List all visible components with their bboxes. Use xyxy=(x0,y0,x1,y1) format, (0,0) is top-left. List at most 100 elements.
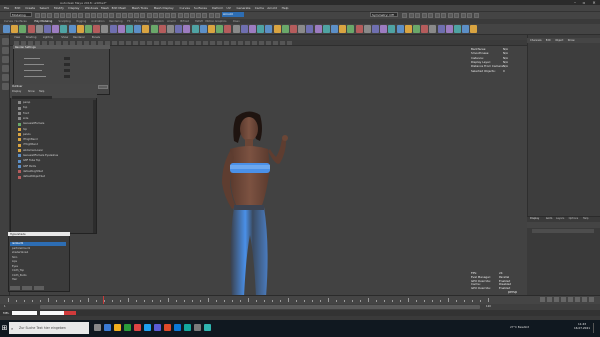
shelf-tool-icon[interactable] xyxy=(93,25,101,33)
shelf-tool-icon[interactable] xyxy=(11,25,19,33)
taskbar-app-icon[interactable] xyxy=(164,324,171,331)
shelf-tab[interactable]: Sculpting xyxy=(59,20,71,23)
outliner-item[interactable]: defaultObjectSet xyxy=(23,175,45,178)
viewport-toolbar-icon[interactable] xyxy=(28,41,33,45)
channel-box-tab[interactable]: Channels xyxy=(530,39,542,42)
viewport-toolbar-icon[interactable] xyxy=(21,41,26,45)
shelf-tab[interactable]: Custom xyxy=(154,20,164,23)
viewport-toolbar-icon[interactable] xyxy=(105,41,110,45)
shelf-tab[interactable]: XGen xyxy=(233,20,240,23)
time-slider[interactable] xyxy=(0,295,600,304)
layer-row[interactable] xyxy=(532,229,594,233)
shelf-tool-icon[interactable] xyxy=(60,25,68,33)
taskbar-app-icon[interactable] xyxy=(184,324,191,331)
shelf-tab[interactable]: Arnold xyxy=(167,20,175,23)
viewport-toolbar-icon[interactable] xyxy=(203,41,208,45)
menu-item[interactable]: Windows xyxy=(85,6,98,10)
viewport-toolbar-icon[interactable] xyxy=(91,41,96,45)
taskbar-app-icon[interactable] xyxy=(204,324,211,331)
viewport-toolbar-icon[interactable] xyxy=(63,41,68,45)
outliner-item[interactable]: persp xyxy=(23,101,30,104)
shelf-tool-icon[interactable] xyxy=(257,25,265,33)
viewport-toolbar-icon[interactable] xyxy=(217,41,222,45)
shelf-tool-icon[interactable] xyxy=(199,25,207,33)
status-line-tool-icon[interactable] xyxy=(134,12,140,18)
shelf-tool-icon[interactable] xyxy=(134,25,142,33)
taskbar-app-icon[interactable] xyxy=(124,324,131,331)
playhead[interactable] xyxy=(103,296,104,304)
hypershade-assign-button[interactable] xyxy=(22,286,32,290)
shelf-tool-icon[interactable] xyxy=(331,25,338,33)
shelf-tool-icon[interactable] xyxy=(281,25,289,33)
viewport-toolbar-icon[interactable] xyxy=(35,41,40,45)
outliner-item[interactable]: hip xyxy=(23,128,27,131)
shelf-tool-icon[interactable] xyxy=(437,25,445,33)
shelf-tool-icon[interactable] xyxy=(413,25,420,33)
playback-button-icon[interactable] xyxy=(568,297,573,302)
symmetry-dropdown[interactable]: Symmetry: Off xyxy=(370,12,398,17)
menu-item[interactable]: Curves xyxy=(180,6,190,10)
status-line-tool-icon[interactable] xyxy=(41,12,47,18)
layer-editor-menu-item[interactable]: Options xyxy=(569,217,579,220)
layer-editor-tab[interactable]: Display xyxy=(530,217,539,220)
taskbar-app-icon[interactable] xyxy=(144,324,151,331)
status-line-tool-icon[interactable] xyxy=(90,12,96,18)
shelf-tab[interactable]: MASH xyxy=(195,20,203,23)
menu-item[interactable]: UV xyxy=(227,6,231,10)
hypershade-create-button[interactable] xyxy=(10,286,20,290)
script-editor-error-indicator[interactable] xyxy=(64,311,76,315)
status-line-tool-icon[interactable] xyxy=(121,12,127,18)
viewport-toolbar-icon[interactable] xyxy=(161,41,166,45)
viewport-toolbar-icon[interactable] xyxy=(252,41,257,45)
shelf-tab[interactable]: Bifrost xyxy=(180,20,188,23)
status-line-tool-icon[interactable] xyxy=(59,12,65,18)
shelf-tool-icon[interactable] xyxy=(421,25,429,33)
viewport-toolbar-icon[interactable] xyxy=(56,41,61,45)
taskbar-app-icon[interactable] xyxy=(194,324,201,331)
hypershade-item[interactable]: Skin xyxy=(12,256,17,259)
menu-item[interactable]: Edit Mesh xyxy=(112,6,127,10)
hypershade-item[interactable]: Lips xyxy=(12,260,17,263)
outliner-item[interactable]: lThighBend xyxy=(23,138,38,141)
shelf-tool-icon[interactable] xyxy=(191,25,199,33)
viewport-menu-item[interactable]: Show xyxy=(61,36,68,39)
outliner-item[interactable]: G8F Pants xyxy=(23,165,36,168)
playback-button-icon[interactable] xyxy=(561,297,566,302)
status-line-tool-icon[interactable] xyxy=(97,12,102,18)
status-line-tool-icon[interactable] xyxy=(140,12,146,18)
viewport-toolbar-icon[interactable] xyxy=(77,41,82,45)
shelf-tool-icon[interactable] xyxy=(150,25,158,33)
outliner-item[interactable]: G8F Tube Top xyxy=(23,159,40,162)
shelf-tool-icon[interactable] xyxy=(85,25,92,33)
outliner-menu-item[interactable]: Help xyxy=(39,90,45,93)
viewport-toolbar-icon[interactable] xyxy=(210,41,215,45)
playback-button-icon[interactable] xyxy=(589,297,594,302)
playback-button-icon[interactable] xyxy=(582,297,587,302)
status-line-tool-icon[interactable] xyxy=(47,12,53,18)
shelf-tool-icon[interactable] xyxy=(445,25,453,33)
viewport-toolbar-icon[interactable] xyxy=(196,41,201,45)
paint-select-tool-icon[interactable] xyxy=(1,56,9,63)
shelf-tool-icon[interactable] xyxy=(372,25,379,33)
shelf-tool-icon[interactable] xyxy=(167,25,174,33)
shelf-tool-icon[interactable] xyxy=(224,25,232,33)
viewport-toolbar-icon[interactable] xyxy=(119,41,124,45)
menu-item[interactable]: Display xyxy=(68,6,79,10)
outliner-item[interactable]: rThighBend xyxy=(23,143,38,146)
taskbar-clock[interactable]: 11:43 16.07.2021 xyxy=(574,322,590,330)
shelf-tool-icon[interactable] xyxy=(404,25,412,33)
shelf-tool-icon[interactable] xyxy=(68,25,76,33)
shelf-tool-icon[interactable] xyxy=(388,25,396,33)
viewport-toolbar-icon[interactable] xyxy=(147,41,152,45)
status-line-tool-icon[interactable] xyxy=(460,12,466,18)
shelf-tool-icon[interactable] xyxy=(19,25,27,33)
shelf-tab[interactable]: Rendering xyxy=(109,20,122,23)
shelf-tool-icon[interactable] xyxy=(126,25,133,33)
hypershade-window[interactable] xyxy=(8,232,70,292)
taskbar-app-icon[interactable] xyxy=(94,324,101,331)
viewport-menu-item[interactable]: Lighting xyxy=(43,36,53,39)
status-line-tool-icon[interactable] xyxy=(78,12,84,18)
status-line-tool-icon[interactable] xyxy=(408,12,414,18)
shelf-tool-icon[interactable] xyxy=(158,25,166,33)
shelf-tool-icon[interactable] xyxy=(240,25,248,33)
